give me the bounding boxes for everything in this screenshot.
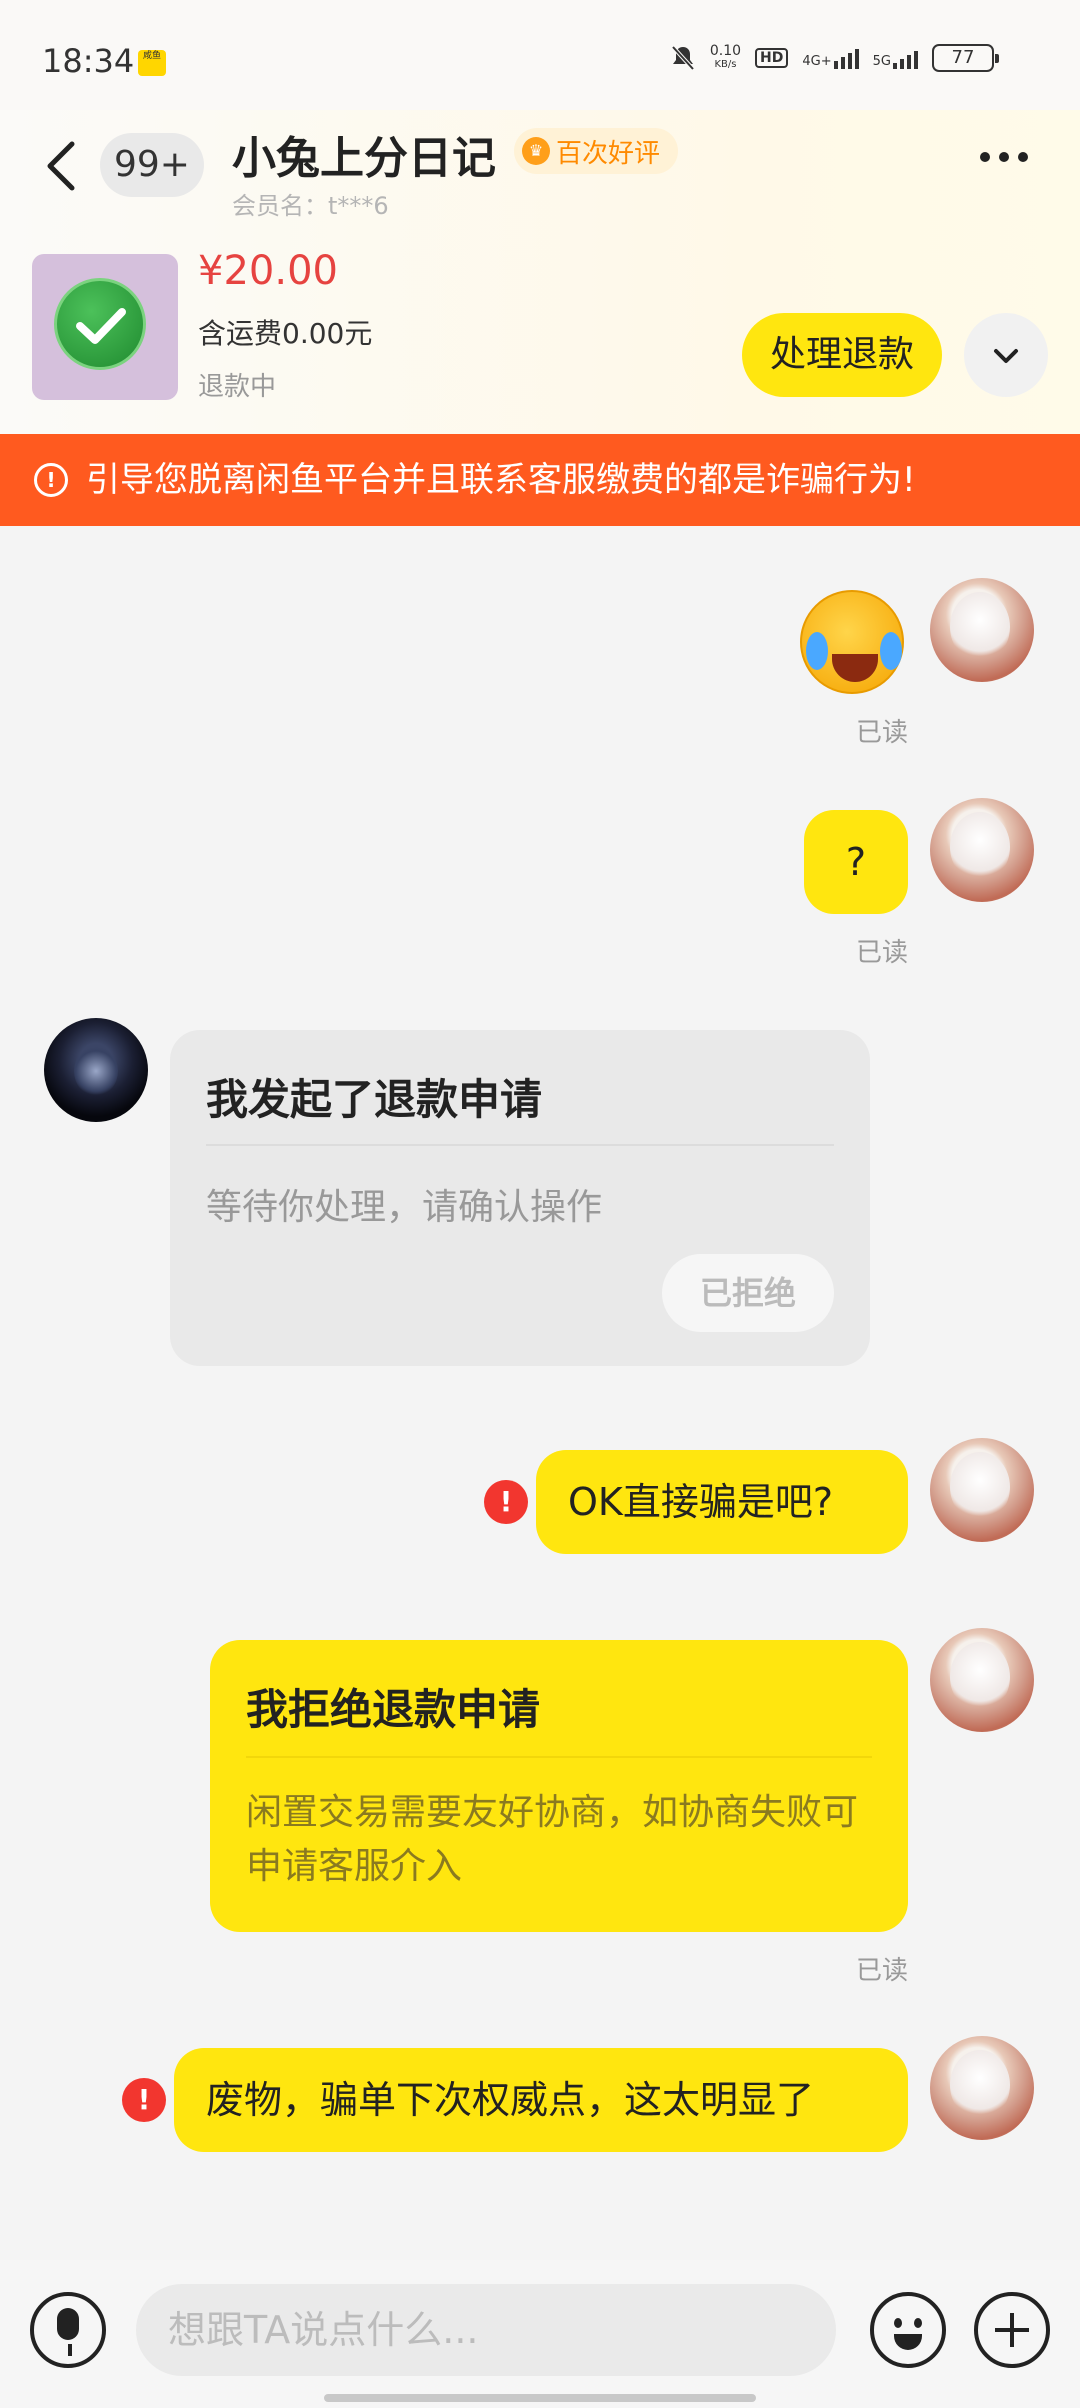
status-indicators: 0.10 KB/s HD 4G+ 5G 77 (670, 43, 999, 72)
plus-icon[interactable] (974, 2292, 1050, 2368)
card-divider (246, 1756, 872, 1758)
my-avatar[interactable] (930, 2036, 1034, 2140)
handle-refund-button[interactable]: 处理退款 (742, 313, 942, 397)
home-indicator[interactable] (324, 2394, 756, 2402)
refund-request-title: 我发起了退款申请 (206, 1075, 543, 1124)
warning-icon: ! (34, 463, 68, 497)
status-time: 18:34 (42, 42, 135, 80)
chevron-down-icon (994, 349, 1018, 363)
message-bubble-last[interactable]: 废物，骗单下次权威点，这太明显了 (174, 2048, 908, 2152)
my-avatar[interactable] (930, 1438, 1034, 1542)
refund-status: 退款中 (198, 372, 277, 402)
fraud-warning-banner: ! 引导您脱离闲鱼平台并且联系客服缴费的都是诈骗行为! (0, 434, 1080, 526)
shipping-fee: 含运费0.00元 (198, 317, 373, 350)
unread-count-badge[interactable]: 99+ (100, 133, 204, 197)
praise-badge-label: 百次好评 (556, 138, 661, 169)
refund-request-card[interactable]: 我发起了退款申请 等待你处理，请确认操作 已拒绝 (170, 1030, 870, 1366)
chat-title[interactable]: 小兔上分日记 (232, 122, 496, 186)
network-label-5g: 5G (872, 54, 891, 69)
thumbs-up-icon: ♛ (522, 137, 550, 165)
reject-refund-card[interactable]: 我拒绝退款申请 闲置交易需要友好协商，如协商失败可申请客服介入 (210, 1640, 908, 1932)
my-avatar[interactable] (930, 798, 1034, 902)
product-price: ¥20.00 (198, 248, 338, 294)
peer-avatar[interactable] (44, 1018, 148, 1122)
network-label-4g: 4G+ (802, 54, 832, 69)
member-name: 会员名：t***6 (232, 192, 389, 220)
net-speed: 0.10 KB/s (709, 43, 742, 70)
read-receipt: 已读 (856, 718, 909, 748)
signal-icon-2 (893, 47, 918, 69)
app-notification-icon: 咸鱼 (138, 50, 166, 76)
card-divider (206, 1144, 834, 1146)
warning-text: 引导您脱离闲鱼平台并且联系客服缴费的都是诈骗行为! (86, 460, 916, 500)
more-options-icon[interactable] (980, 152, 1028, 162)
my-avatar[interactable] (930, 578, 1034, 682)
read-receipt: 已读 (856, 938, 909, 968)
microphone-icon[interactable] (30, 2292, 106, 2368)
battery-icon: 77 (932, 44, 999, 72)
reject-card-body: 闲置交易需要友好协商，如协商失败可申请客服介入 (246, 1792, 859, 1887)
emoji-icon[interactable] (870, 2292, 946, 2368)
status-bar: 18:34 咸鱼 0.10 KB/s HD 4G+ 5G 77 (0, 0, 1080, 120)
checkmark-icon (76, 308, 126, 344)
send-failed-icon[interactable]: ! (122, 2078, 166, 2122)
send-failed-icon[interactable]: ! (484, 1480, 528, 1524)
message-input[interactable]: 想跟TA说点什么... (136, 2284, 836, 2376)
message-bubble-question[interactable]: ? (804, 810, 908, 914)
product-thumbnail[interactable] (32, 254, 178, 400)
mute-bell-icon (671, 45, 695, 71)
refund-request-body: 等待你处理，请确认操作 (206, 1187, 603, 1228)
back-arrow-icon[interactable] (44, 140, 80, 192)
expand-button[interactable] (964, 313, 1048, 397)
my-avatar[interactable] (930, 1628, 1034, 1732)
message-bubble-ok[interactable]: OK直接骗是吧? (536, 1450, 908, 1554)
reject-card-title: 我拒绝退款申请 (246, 1685, 541, 1734)
crying-emoji-message[interactable] (800, 590, 904, 694)
hd-icon: HD (755, 48, 789, 68)
rejected-button[interactable]: 已拒绝 (662, 1254, 834, 1332)
read-receipt: 已读 (856, 1956, 909, 1986)
praise-badge: ♛ 百次好评 (514, 128, 679, 174)
signal-icon (833, 47, 859, 69)
